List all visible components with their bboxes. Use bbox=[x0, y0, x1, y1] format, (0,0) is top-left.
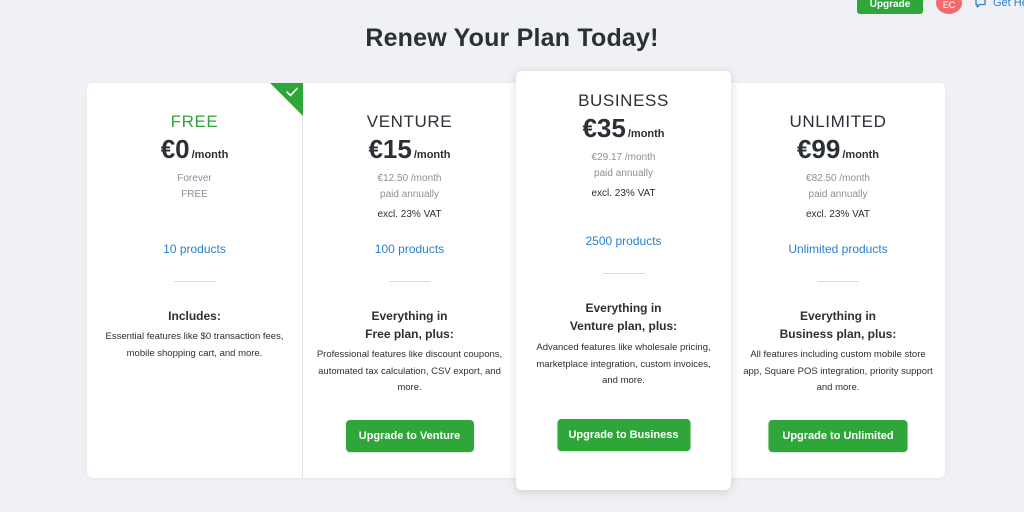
section-divider bbox=[602, 273, 645, 274]
section-divider bbox=[817, 281, 859, 282]
plan-price: €99 bbox=[796, 134, 841, 164]
products-link[interactable]: 10 products bbox=[87, 242, 302, 256]
includes-heading-2: Free plan, plus: bbox=[365, 327, 454, 341]
plan-price: €35 bbox=[582, 113, 626, 143]
avatar[interactable]: EC bbox=[936, 0, 962, 14]
plan-card-free: FREE €0/month Forever FREE 10 products I… bbox=[87, 83, 302, 478]
plan-description: Professional features like discount coup… bbox=[316, 349, 503, 393]
plan-name: VENTURE bbox=[366, 112, 453, 131]
plan-card-business: BUSINESS €35/month €29.17 /month paid an… bbox=[516, 71, 731, 490]
page-title: Renew Your Plan Today! bbox=[365, 24, 659, 52]
vat-note: excl. 23% VAT bbox=[377, 209, 442, 220]
plan-sub-line-2: FREE bbox=[181, 189, 208, 200]
includes-heading-1: Everything in bbox=[371, 309, 448, 323]
upgrade-to-business-button[interactable]: Upgrade to Business bbox=[557, 419, 690, 451]
billing-note: paid annually bbox=[808, 189, 868, 200]
price-period: /month bbox=[191, 149, 229, 161]
price-line: €35/month bbox=[516, 114, 731, 148]
vat-note: excl. 23% VAT bbox=[591, 188, 656, 199]
includes-heading-2: Venture plan, plus: bbox=[569, 319, 678, 333]
upgrade-button[interactable]: Upgrade bbox=[857, 0, 923, 14]
price-line: €15/month bbox=[303, 135, 516, 169]
get-help-label: Get Help bbox=[993, 0, 1024, 9]
includes-heading-2: Business plan, plus: bbox=[779, 327, 897, 341]
includes-heading-1: Everything in bbox=[799, 309, 876, 323]
plan-name: UNLIMITED bbox=[789, 112, 887, 131]
upgrade-to-venture-button[interactable]: Upgrade to Venture bbox=[345, 420, 474, 452]
billing-note: paid annually bbox=[594, 168, 653, 179]
plan-price: €0 bbox=[160, 134, 190, 164]
price-line: €99/month bbox=[731, 135, 945, 169]
products-link[interactable]: Unlimited products bbox=[731, 242, 945, 256]
vat-note: excl. 23% VAT bbox=[805, 209, 871, 220]
chat-bubble-icon bbox=[974, 0, 987, 9]
products-link[interactable]: 2500 products bbox=[516, 234, 731, 248]
products-link[interactable]: 100 products bbox=[303, 242, 516, 256]
checkmark-icon bbox=[270, 83, 303, 116]
section-divider bbox=[173, 281, 216, 282]
plan-card-unlimited: UNLIMITED €99/month €82.50 /month paid a… bbox=[731, 83, 945, 478]
annual-price: €12.50 /month bbox=[377, 173, 442, 184]
plan-description: All features including custom mobile sto… bbox=[743, 349, 933, 393]
annual-price: €29.17 /month bbox=[591, 152, 656, 163]
get-help-link[interactable]: Get Help bbox=[974, 0, 1024, 9]
plan-description: Advanced features like wholesale pricing… bbox=[536, 342, 711, 386]
current-plan-ribbon bbox=[270, 83, 303, 116]
top-bar: Upgrade EC Get Help bbox=[0, 0, 1024, 20]
includes-heading-1: Everything in bbox=[585, 301, 662, 315]
plan-card-venture: VENTURE €15/month €12.50 /month paid ann… bbox=[303, 83, 516, 478]
upgrade-to-unlimited-button[interactable]: Upgrade to Unlimited bbox=[768, 420, 908, 452]
plan-price: €15 bbox=[368, 134, 412, 164]
includes-heading: Includes: bbox=[168, 309, 221, 323]
plan-description: Essential features like $0 transaction f… bbox=[105, 331, 284, 359]
price-line: €0/month bbox=[87, 135, 302, 169]
price-period: /month bbox=[627, 128, 665, 140]
section-divider bbox=[388, 281, 431, 282]
plan-name: FREE bbox=[170, 112, 219, 131]
plan-name: BUSINESS bbox=[578, 91, 669, 110]
plan-sub-line-1: Forever bbox=[177, 173, 212, 184]
price-period: /month bbox=[413, 149, 451, 161]
annual-price: €82.50 /month bbox=[806, 173, 870, 184]
price-period: /month bbox=[842, 149, 880, 161]
billing-note: paid annually bbox=[380, 189, 439, 200]
